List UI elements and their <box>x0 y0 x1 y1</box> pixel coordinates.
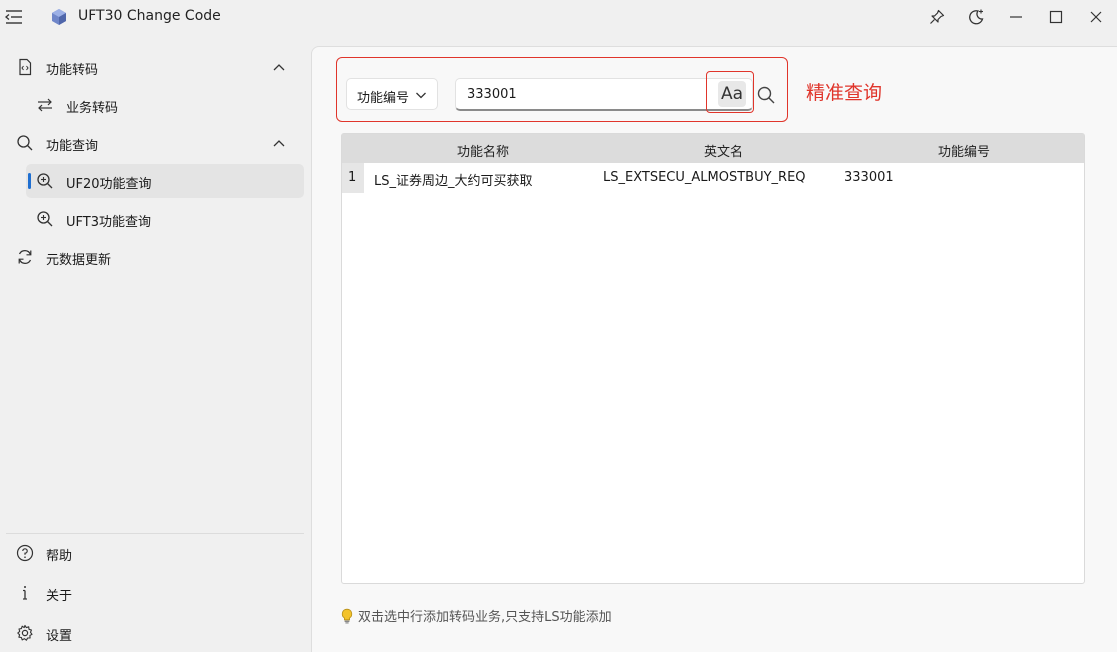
help-icon <box>16 544 34 562</box>
match-case-highlight-frame <box>706 71 754 113</box>
table-row-cell-code[interactable]: 333001 <box>844 170 894 185</box>
title-bar: UFT30 Change Code <box>0 0 1117 34</box>
table-row-cell-english[interactable]: LS_EXTSECU_ALMOSTBUY_REQ <box>603 170 806 185</box>
chevron-down-icon <box>416 92 426 99</box>
theme-button[interactable] <box>964 6 988 28</box>
table-row-cell-name[interactable]: LS_证券周边_大约可买获取 <box>374 170 533 189</box>
search-input-value: 333001 <box>467 87 517 102</box>
zoom-in-icon <box>37 211 53 227</box>
pin-icon <box>930 9 945 24</box>
sidebar: 功能转码 业务转码 功能查询 UF20功能查询 UFT3功能查询 元数据更新 帮… <box>0 48 310 652</box>
table-header: 功能名称 英文名 功能编号 <box>342 134 1084 163</box>
sidebar-item-help[interactable]: 帮助 <box>6 536 304 570</box>
sidebar-item-uf20-query[interactable]: UF20功能查询 <box>26 164 304 198</box>
menu-icon[interactable] <box>2 7 24 27</box>
theme-icon <box>969 9 984 25</box>
app-cube-icon <box>52 9 66 25</box>
chevron-up-icon[interactable] <box>272 137 286 149</box>
sidebar-item-settings[interactable]: 设置 <box>6 616 304 650</box>
sidebar-item-label: 业务转码 <box>66 101 119 116</box>
sidebar-item-label: 设置 <box>46 629 73 644</box>
close-button[interactable] <box>1084 6 1108 28</box>
sidebar-item-function-transcode[interactable]: 功能转码 <box>6 50 304 84</box>
gear-icon <box>17 624 33 641</box>
lightbulb-icon <box>341 608 353 623</box>
column-header-english[interactable]: 英文名 <box>704 141 743 160</box>
close-icon <box>1090 11 1102 23</box>
sidebar-item-about[interactable]: 关于 <box>6 576 304 610</box>
minimize-button[interactable] <box>1004 6 1028 28</box>
refresh-icon <box>18 250 32 264</box>
column-header-name[interactable]: 功能名称 <box>457 141 509 160</box>
active-indicator <box>28 173 31 189</box>
sidebar-item-label: 帮助 <box>46 549 73 564</box>
code-file-icon <box>19 58 32 76</box>
swap-arrows-icon <box>38 98 52 112</box>
chevron-up-icon[interactable] <box>272 61 286 73</box>
zoom-in-icon <box>37 173 53 189</box>
search-icon <box>17 135 33 151</box>
row-number: 1 <box>342 163 364 193</box>
app-title: UFT30 Change Code <box>78 8 221 24</box>
sidebar-item-label: 功能转码 <box>46 63 99 78</box>
row-number-text: 1 <box>348 170 357 185</box>
search-icon[interactable] <box>756 85 776 105</box>
sidebar-item-label: 元数据更新 <box>46 253 112 268</box>
results-table: 功能名称 英文名 功能编号 1 LS_证券周边_大约可买获取 LS_EXTSEC… <box>341 133 1085 584</box>
sidebar-item-label: 功能查询 <box>46 139 99 154</box>
column-header-code[interactable]: 功能编号 <box>938 141 990 160</box>
sidebar-item-business-transcode[interactable]: 业务转码 <box>26 88 304 122</box>
exact-query-annotation: 精准查询 <box>806 82 883 104</box>
hint-bar: 双击选中行添加转码业务,只支持LS功能添加 <box>340 606 612 625</box>
info-icon <box>23 586 27 600</box>
sidebar-item-label: UFT3功能查询 <box>66 215 151 230</box>
sidebar-divider <box>6 533 304 534</box>
sidebar-item-label: UF20功能查询 <box>66 177 152 192</box>
sidebar-item-metadata-update[interactable]: 元数据更新 <box>6 240 304 274</box>
maximize-button[interactable] <box>1044 6 1068 28</box>
maximize-icon <box>1049 10 1063 24</box>
minimize-icon <box>1010 16 1022 18</box>
pin-button[interactable] <box>925 6 949 28</box>
search-field-select[interactable]: 功能编号 <box>346 78 438 110</box>
sidebar-item-function-query[interactable]: 功能查询 <box>6 126 304 160</box>
sidebar-item-label: 关于 <box>46 589 73 604</box>
sidebar-item-uft3-query[interactable]: UFT3功能查询 <box>26 202 304 236</box>
hint-text: 双击选中行添加转码业务,只支持LS功能添加 <box>358 610 612 625</box>
search-field-select-value: 功能编号 <box>357 91 410 106</box>
